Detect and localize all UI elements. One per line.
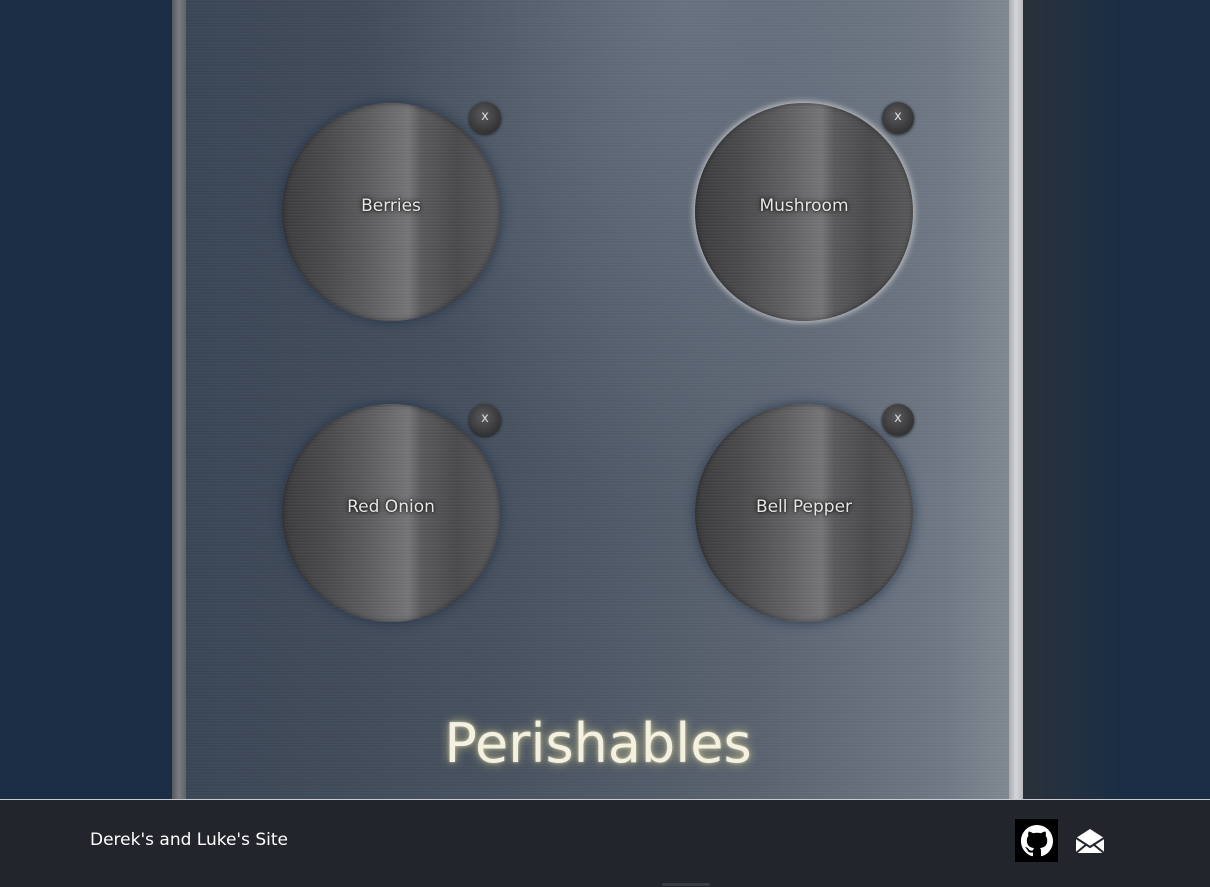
item-mushroom[interactable]: Mushroom (695, 103, 913, 321)
mail-icon (1075, 829, 1105, 854)
item-bell-pepper[interactable]: Bell Pepper (695, 404, 913, 622)
item-label: Bell Pepper (755, 497, 853, 517)
site-name: Derek's and Luke's Site (90, 830, 289, 850)
section-title: Perishables (444, 712, 752, 775)
fridge-left-edge (172, 0, 186, 800)
github-link[interactable] (1015, 819, 1058, 862)
item-label: Red Onion (347, 497, 435, 517)
item-label: Berries (361, 196, 421, 216)
footer: Derek's and Luke's Site (0, 799, 1210, 887)
mail-link[interactable] (1073, 824, 1107, 858)
item-berries[interactable]: Berries (282, 103, 500, 321)
item-red-onion[interactable]: Red Onion (282, 404, 500, 622)
item-label: Mushroom (759, 196, 849, 216)
remove-berries-button[interactable]: x (469, 102, 501, 134)
page-shadow (1022, 0, 1122, 800)
remove-red-onion-button[interactable]: x (469, 404, 501, 436)
fridge-right-edge (1009, 0, 1023, 800)
github-icon (1020, 824, 1053, 856)
remove-mushroom-button[interactable]: x (882, 102, 914, 134)
remove-bell-pepper-button[interactable]: x (882, 404, 914, 436)
